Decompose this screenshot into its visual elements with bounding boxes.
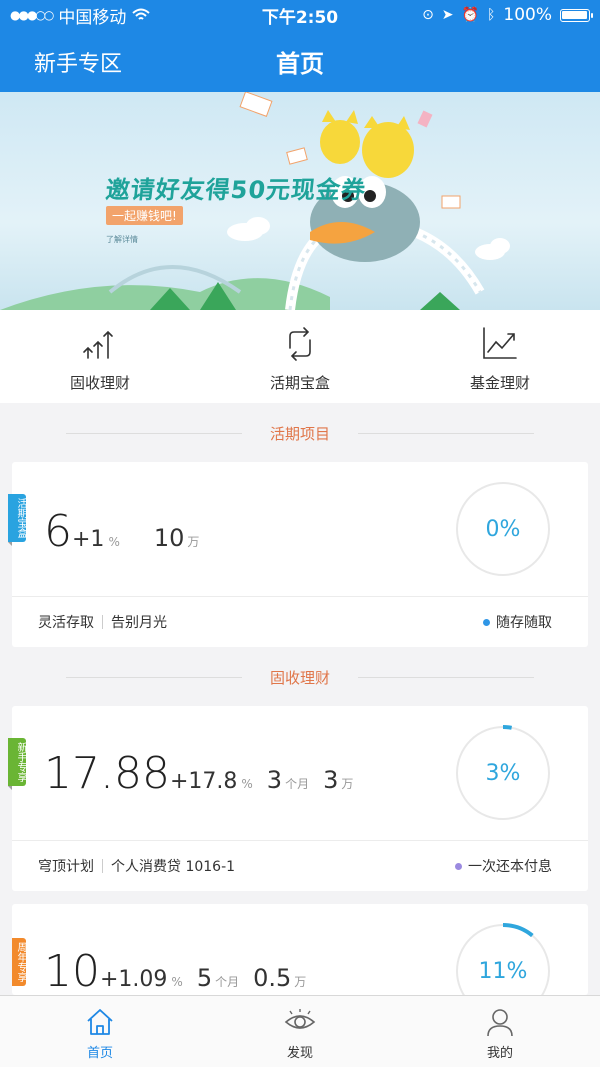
product-ribbon: 活期宝盒 bbox=[8, 494, 26, 546]
amount-unit: 万 bbox=[294, 975, 307, 989]
quick-menu: 固收理财 活期宝盒 基金理财 bbox=[0, 310, 600, 403]
rate-value: 17.88 bbox=[44, 748, 170, 799]
status-time: 下午2:50 bbox=[261, 7, 339, 28]
bluetooth-icon: ᛒ bbox=[486, 7, 496, 23]
battery-icon bbox=[559, 8, 593, 22]
status-bar: ●●●○○ 中国移动 下午2:50 ⊙ ➤ ⏰ ᛒ 100% bbox=[0, 0, 600, 30]
rate-bonus: +17.8 bbox=[169, 769, 238, 794]
product-card-current[interactable]: 活期宝盒 6 +1 % 10 万 0% 灵活存取 告别月光 随存随取 bbox=[8, 462, 588, 647]
term-value: 5 bbox=[196, 964, 213, 992]
card-tags: 灵活存取 告别月光 随存随取 bbox=[12, 597, 588, 647]
amount-unit: 万 bbox=[187, 535, 200, 549]
tab-home[interactable]: 首页 bbox=[0, 996, 200, 1067]
quick-menu-label: 基金理财 bbox=[469, 374, 530, 392]
product-ribbon: 周年专享 bbox=[12, 938, 26, 986]
rate-bonus: +1 bbox=[72, 527, 105, 552]
signal-icon: ●●●○○ bbox=[10, 8, 54, 22]
progress-ring: 3% bbox=[454, 724, 552, 822]
quick-menu-label: 活期宝盒 bbox=[269, 374, 330, 392]
rate-value: 6 bbox=[44, 506, 72, 557]
term-unit: 个月 bbox=[215, 975, 240, 989]
progress-ring: 11% bbox=[454, 922, 552, 995]
banner-subline: 一起赚钱吧! bbox=[106, 206, 183, 225]
tab-profile[interactable]: 我的 bbox=[400, 996, 600, 1067]
tab-label: 首页 bbox=[86, 1046, 113, 1061]
repayment-tag-label: 一次还本付息 bbox=[468, 859, 552, 875]
progress-label: 3% bbox=[485, 760, 521, 786]
product-figures: 6 +1 % 10 万 bbox=[44, 506, 199, 557]
term-value: 3 bbox=[266, 766, 283, 794]
carrier-label: 中国移动 bbox=[58, 7, 127, 28]
banner-link[interactable]: 了解详情 bbox=[106, 234, 138, 245]
progress-label: 0% bbox=[485, 516, 521, 542]
eye-icon bbox=[284, 1009, 316, 1029]
rate-unit: % bbox=[171, 975, 183, 989]
repayment-tag: 随存随取 bbox=[483, 612, 552, 632]
tab-bar: 首页 发现 我的 bbox=[0, 995, 600, 1067]
trend-chart-icon bbox=[483, 327, 517, 359]
wifi-icon bbox=[132, 8, 151, 20]
tag: 穹顶计划 bbox=[38, 859, 94, 875]
rate-unit: % bbox=[241, 777, 253, 791]
product-figures: 17.88 +17.8 % 3 个月 3 万 bbox=[44, 748, 353, 799]
cycle-arrows-icon bbox=[289, 327, 311, 361]
amount-value: 3 bbox=[323, 766, 339, 794]
battery-label: 100% bbox=[503, 5, 552, 25]
rising-bars-icon bbox=[83, 330, 113, 359]
status-right: ⊙ ➤ ⏰ ᛒ 100% bbox=[397, 5, 593, 25]
section-title-fixed: 固收理财 bbox=[0, 662, 600, 692]
nav-bar: 新手专区 首页 bbox=[0, 30, 600, 92]
product-card-anniversary[interactable]: 周年专享 10 +1.09 % 5 个月 0.5 万 11% bbox=[12, 904, 588, 995]
quick-menu-label: 固收理财 bbox=[69, 374, 130, 392]
user-icon bbox=[487, 1009, 513, 1037]
rate-value: 10 bbox=[44, 946, 100, 995]
amount-value: 10 bbox=[153, 524, 185, 552]
tag-dot bbox=[455, 862, 462, 870]
rate-bonus: +1.09 bbox=[100, 967, 168, 992]
repayment-tag: 一次还本付息 bbox=[455, 856, 552, 876]
quick-menu-current-box[interactable]: 活期宝盒 bbox=[200, 310, 400, 403]
quick-menu-fixed-income[interactable]: 固收理财 bbox=[0, 310, 200, 403]
progress-ring: 0% bbox=[454, 480, 552, 578]
product-ribbon: 新手专享 bbox=[8, 738, 26, 790]
rate-unit: % bbox=[108, 535, 120, 549]
tab-discover[interactable]: 发现 bbox=[200, 996, 400, 1067]
amount-unit: 万 bbox=[341, 777, 354, 791]
progress-label: 11% bbox=[478, 958, 528, 984]
location-icon: ➤ bbox=[441, 7, 454, 23]
quick-menu-fund[interactable]: 基金理财 bbox=[400, 310, 600, 403]
lock-rotation-icon: ⊙ bbox=[422, 7, 434, 23]
home-icon bbox=[87, 1009, 113, 1035]
amount-value: 0.5 bbox=[253, 964, 292, 992]
tab-label: 我的 bbox=[486, 1046, 513, 1061]
repayment-tag-label: 随存随取 bbox=[496, 615, 552, 631]
card-tags: 穹顶计划 个人消费贷 1016-1 一次还本付息 bbox=[12, 841, 588, 891]
product-card-newbie[interactable]: 新手专享 17.88 +17.8 % 3 个月 3 万 3% 穹顶计划 个人消费… bbox=[8, 706, 588, 891]
page-title: 首页 bbox=[276, 50, 324, 78]
tab-label: 发现 bbox=[286, 1046, 313, 1061]
tag: 告别月光 bbox=[111, 615, 167, 631]
tag: 灵活存取 bbox=[38, 615, 94, 631]
promo-banner[interactable]: 邀请好友得50元现金券 一起赚钱吧! 了解详情 bbox=[0, 92, 600, 310]
term-unit: 个月 bbox=[285, 777, 310, 791]
banner-headline: 邀请好友得50元现金券 bbox=[104, 176, 368, 204]
tag-dot bbox=[483, 618, 490, 626]
alarm-icon: ⏰ bbox=[461, 7, 479, 23]
status-left: ●●●○○ 中国移动 bbox=[10, 3, 203, 28]
section-title-text: 活期项目 bbox=[269, 424, 330, 443]
tag: 个人消费贷 1016-1 bbox=[111, 859, 236, 875]
section-title-text: 固收理财 bbox=[269, 668, 330, 687]
product-figures: 10 +1.09 % 5 个月 0.5 万 bbox=[44, 946, 306, 995]
section-title-current: 活期项目 bbox=[0, 418, 600, 448]
